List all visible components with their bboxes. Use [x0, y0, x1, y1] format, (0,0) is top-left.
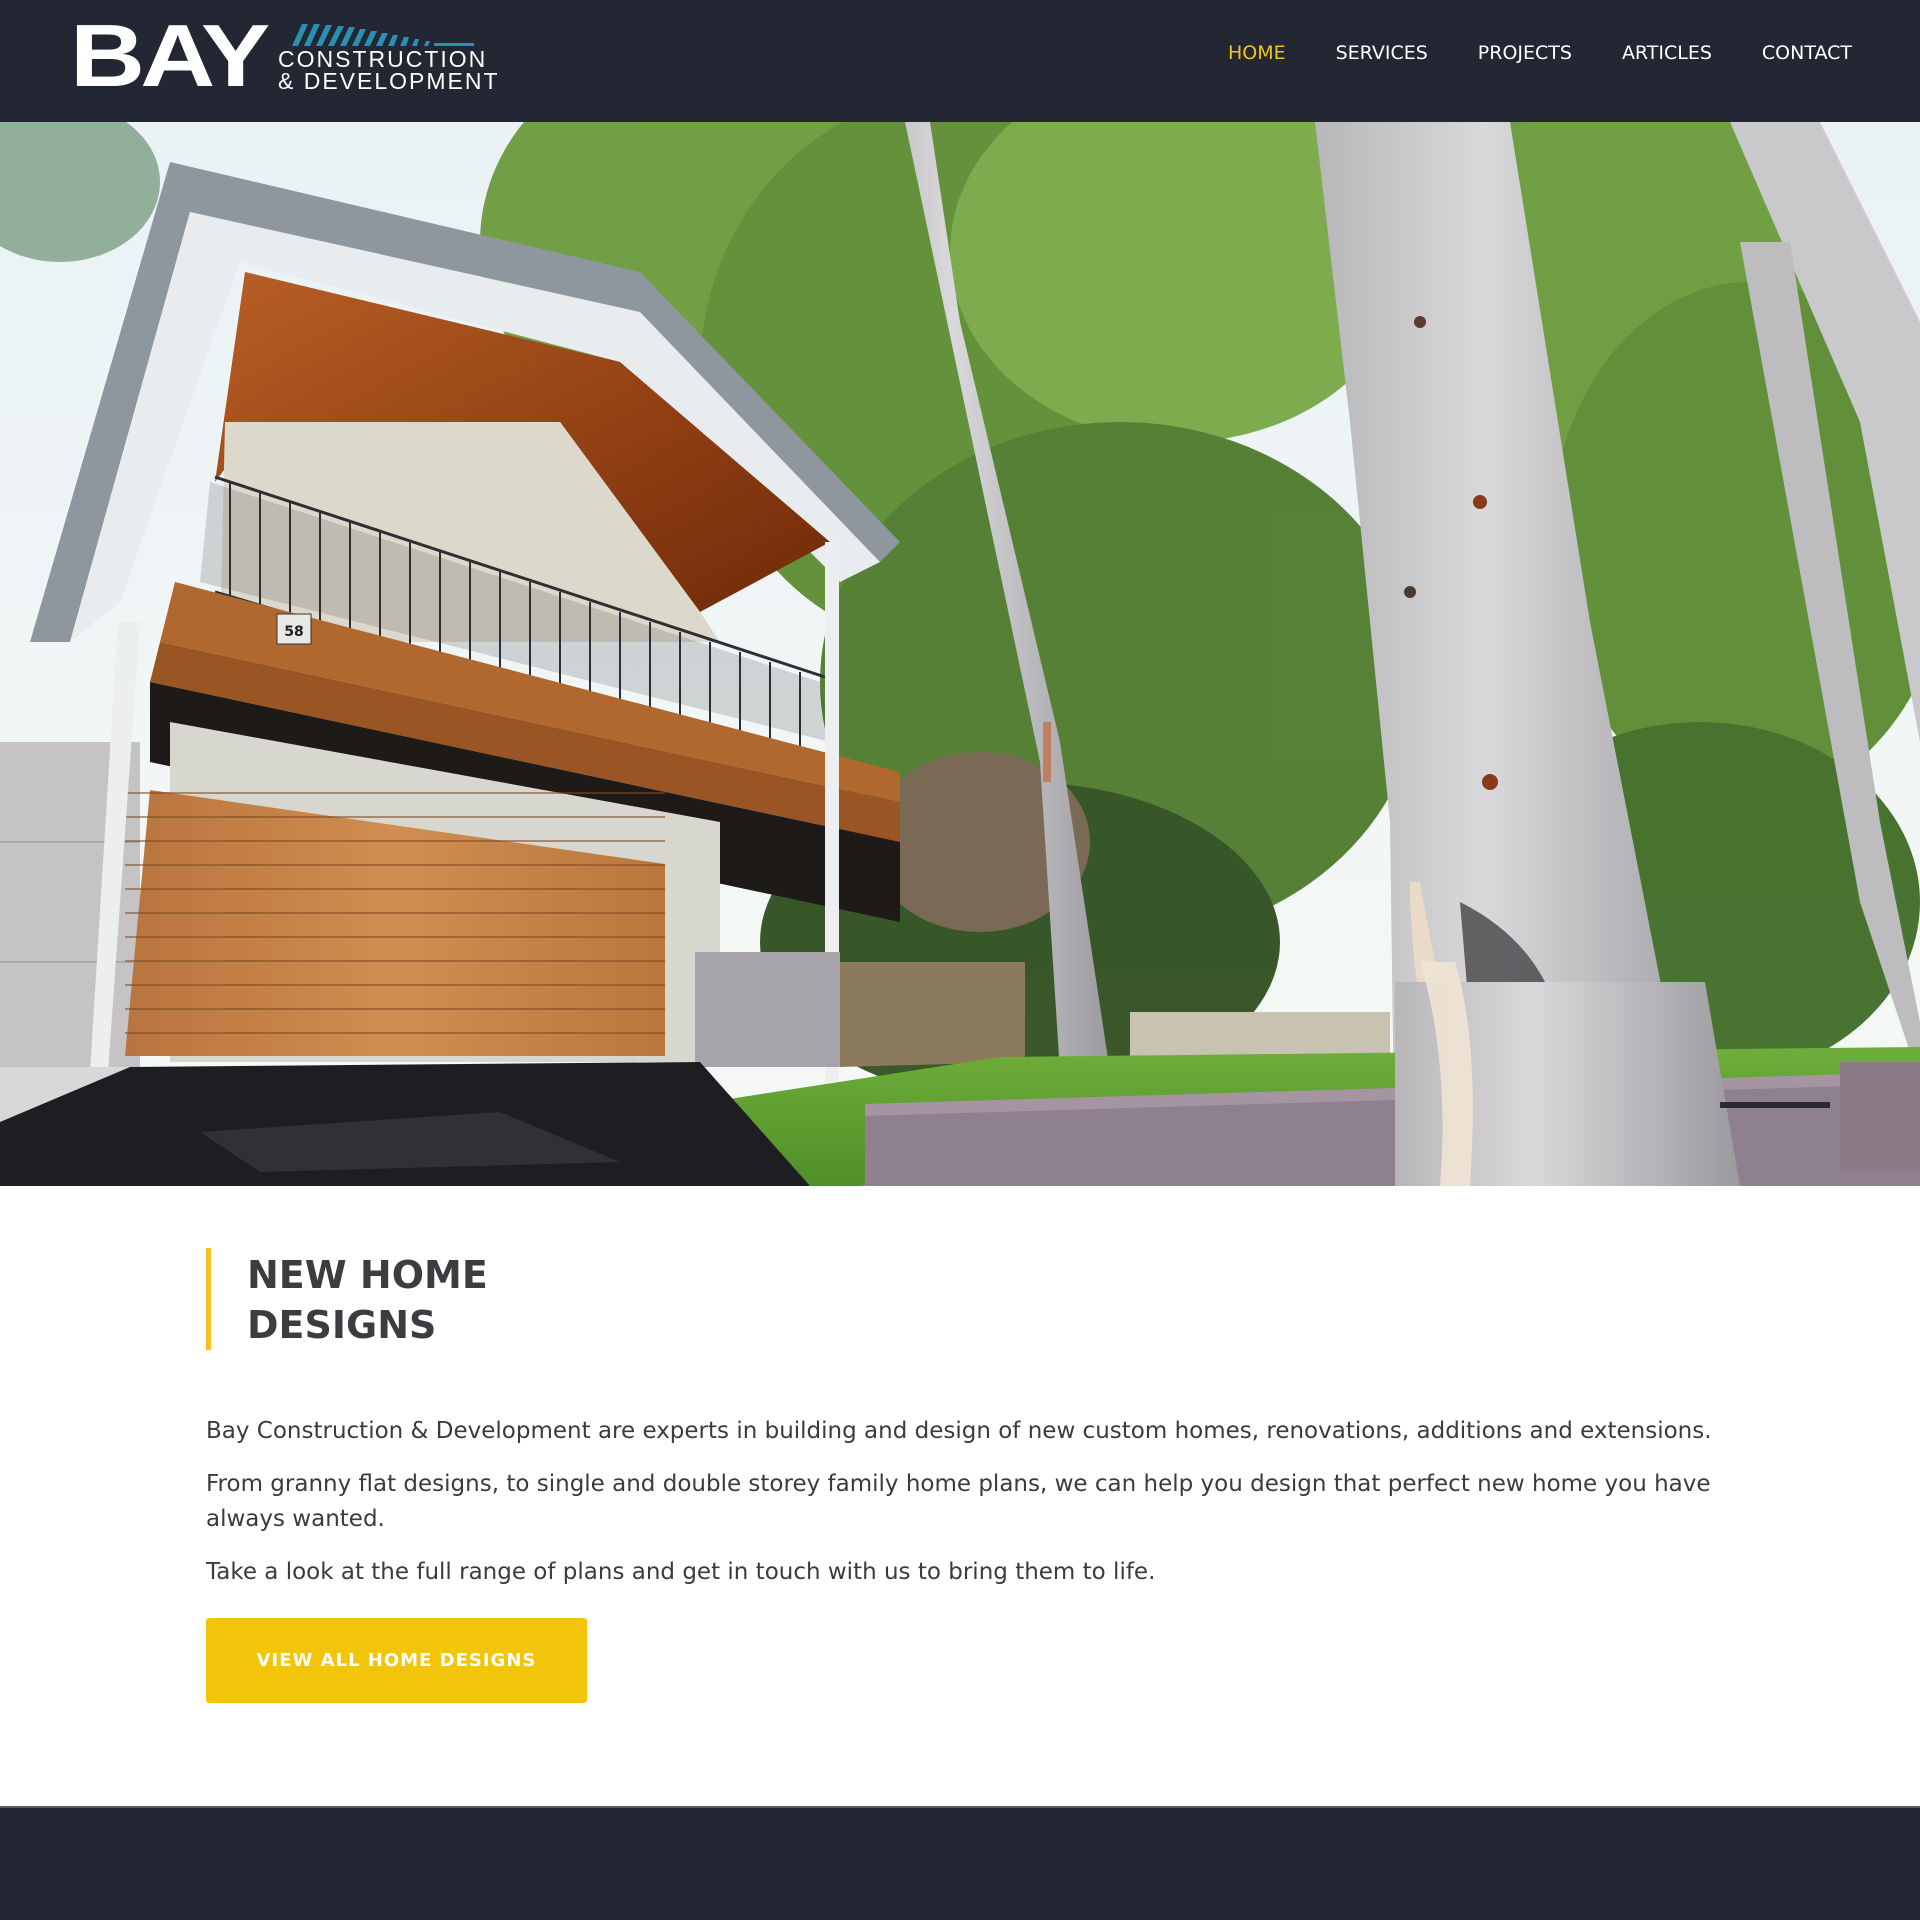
section-heading: NEW HOME DESIGNS [247, 1253, 488, 1347]
hero-image: 58 [0, 122, 1920, 1186]
nav-home[interactable]: HOME [1228, 42, 1286, 64]
site-header: BAY CONSTRUCTION & DEVELOPMENT HOME SERV… [0, 0, 1920, 122]
new-home-designs-section: NEW HOME DESIGNS Bay Construction & Deve… [206, 1248, 1726, 1703]
intro-paragraph-3: Take a look at the full range of plans a… [206, 1559, 1156, 1585]
logo[interactable]: BAY CONSTRUCTION & DEVELOPMENT [70, 12, 498, 100]
hero-photo-illustration: 58 [0, 122, 1920, 1186]
nav-services[interactable]: SERVICES [1336, 42, 1428, 64]
view-all-home-designs-button[interactable]: VIEW ALL HOME DESIGNS [206, 1618, 587, 1703]
site-footer [0, 1806, 1920, 1920]
logo-line-development: & DEVELOPMENT [278, 68, 500, 94]
nav-contact[interactable]: CONTACT [1762, 42, 1852, 64]
nav-articles[interactable]: ARTICLES [1622, 42, 1712, 64]
main-nav: HOME SERVICES PROJECTS ARTICLES CONTACT [1228, 42, 1852, 64]
logo-wordmark: BAY [70, 6, 270, 105]
nav-projects[interactable]: PROJECTS [1478, 42, 1572, 64]
intro-paragraph-1: Bay Construction & Development are exper… [206, 1418, 1712, 1444]
intro-paragraph-2: From granny flat designs, to single and … [206, 1471, 1711, 1532]
house-number: 58 [284, 624, 303, 640]
section-heading-block: NEW HOME DESIGNS [206, 1248, 1726, 1350]
logo-stripes-icon [292, 24, 474, 46]
